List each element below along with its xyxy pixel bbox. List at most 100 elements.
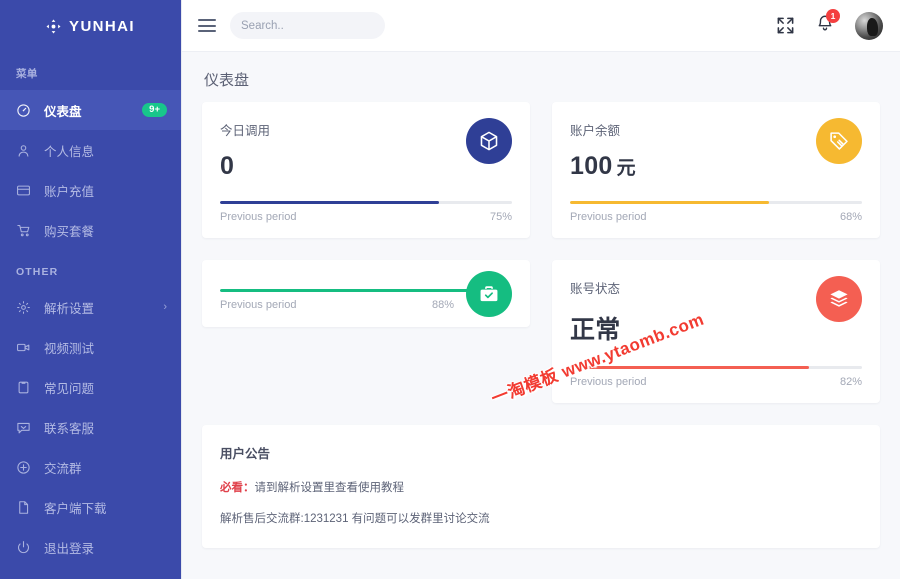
- gear-icon: [17, 300, 30, 314]
- sidebar-item-client-download[interactable]: 客户端下载: [0, 487, 181, 527]
- main-area: 1 仪表盘 今日调用 0: [181, 0, 900, 579]
- progress-fill: [220, 289, 477, 292]
- sidebar-section-menu: 菜单: [16, 68, 38, 80]
- sidebar-item-contact-support[interactable]: 联系客服: [0, 407, 181, 447]
- brand-logo[interactable]: YUNHAI: [0, 0, 181, 52]
- content-area: 仪表盘 今日调用 0 Previous period 75% Previous …: [182, 52, 900, 579]
- card-value-number: 正常: [570, 316, 621, 344]
- avatar[interactable]: [855, 11, 883, 40]
- progress-label: Previous period: [220, 299, 297, 311]
- video-camera-icon: [17, 343, 30, 351]
- progress-fill: [570, 201, 769, 204]
- progress-fill: [220, 201, 439, 204]
- user-icon: [18, 144, 29, 157]
- sidebar-item-profile[interactable]: 个人信息: [0, 130, 181, 170]
- cube-box-icon: [480, 131, 498, 151]
- brand-name: YUNHAI: [69, 17, 135, 35]
- progress-percent: 75%: [489, 211, 512, 223]
- progress-percent: 88%: [431, 299, 454, 311]
- price-tag-icon: [830, 132, 848, 150]
- cards-column-left: 今日调用 0 Previous period 75% Previous peri…: [202, 102, 530, 425]
- card-icon-circle: [816, 276, 862, 322]
- sidebar-item-community-group[interactable]: 交流群: [0, 447, 181, 487]
- search-box[interactable]: [230, 12, 395, 39]
- sidebar-item-label: 退出登录: [44, 541, 95, 556]
- layers-stack-icon: [830, 290, 848, 307]
- announcement-emphasis: 必看：: [220, 482, 255, 494]
- card-value-number: 0: [220, 152, 235, 180]
- sidebar-item-label: 解析设置: [44, 301, 95, 316]
- card-icon-circle: [816, 118, 862, 164]
- chevron-right-icon: ›: [163, 301, 167, 313]
- cards-grid: 今日调用 0 Previous period 75% Previous peri…: [202, 102, 880, 425]
- stat-card-account-status[interactable]: 账号状态 正常 Previous period 82%: [552, 260, 880, 403]
- sidebar-item-label: 购买套餐: [44, 224, 95, 239]
- clipboard-icon: [18, 381, 29, 393]
- card-value: 正常: [570, 310, 816, 346]
- sidebar-badge: 9+: [142, 102, 167, 118]
- notification-button[interactable]: 1: [816, 9, 840, 37]
- sidebar-item-recharge[interactable]: 账户充值: [0, 170, 181, 210]
- briefcase-check-icon: [480, 285, 498, 301]
- sidebar-item-label: 视频测试: [44, 341, 95, 356]
- announcement-line-1: 必看：请到解析设置里查看使用教程: [220, 479, 862, 495]
- sidebar-item-video-test[interactable]: 视频测试: [0, 327, 181, 367]
- progress-track: [220, 201, 512, 204]
- sidebar-item-label: 个人信息: [44, 144, 95, 159]
- stat-card-tasks[interactable]: Previous period 88%: [202, 260, 530, 327]
- card-texts: 今日调用 0: [220, 120, 466, 181]
- progress-footer: Previous period 68%: [570, 211, 862, 223]
- sidebar-item-logout[interactable]: 退出登录: [0, 527, 181, 567]
- topbar: 1: [182, 0, 900, 52]
- sidebar-item-label: 仪表盘: [44, 104, 82, 119]
- announcement-line-1-text: 请到解析设置里查看使用教程: [254, 482, 405, 494]
- announcement-line-2: 解析售后交流群:1231231 有问题可以发群里讨论交流: [220, 513, 490, 525]
- announcement-title: 用户公告: [220, 447, 271, 461]
- user-announcement-card: 用户公告 必看：请到解析设置里查看使用教程 解析售后交流群:1231231 有问…: [202, 425, 880, 548]
- progress-percent: 82%: [839, 376, 862, 388]
- card-header: 今日调用 0: [220, 118, 512, 181]
- file-icon: [19, 500, 29, 514]
- sidebar-item-label: 账户充值: [44, 184, 95, 199]
- card-title: 今日调用: [220, 124, 271, 138]
- stat-card-today-calls[interactable]: 今日调用 0 Previous period 75%: [202, 102, 530, 238]
- fullscreen-expand-icon[interactable]: [776, 16, 795, 35]
- progress-footer: Previous period 82%: [570, 376, 862, 388]
- dashboard-gauge-icon: [17, 103, 30, 117]
- sidebar-item-label: 常见问题: [44, 381, 95, 396]
- card-header: 账户余额 100 元: [570, 118, 862, 181]
- plus-circle-icon: [17, 460, 30, 474]
- card-title: 账户余额: [570, 124, 621, 138]
- notification-count: 1: [826, 9, 840, 23]
- progress-fill: [570, 366, 810, 369]
- stat-card-balance[interactable]: 账户余额 100 元 Previous period 68%: [552, 102, 880, 238]
- progress-label: Previous period: [570, 376, 647, 388]
- progress-label: Previous period: [220, 211, 297, 223]
- sidebar-section-other: OTHER: [16, 266, 59, 278]
- sidebar-item-buy-package[interactable]: 购买套餐: [0, 210, 181, 250]
- power-icon: [17, 540, 30, 553]
- card-value: 0: [220, 152, 466, 181]
- progress-track: [570, 366, 862, 369]
- topbar-actions: 1: [776, 9, 883, 40]
- sidebar-item-faq[interactable]: 常见问题: [0, 367, 181, 407]
- sidebar-item-parse-settings[interactable]: 解析设置 ›: [0, 287, 181, 327]
- card-header: 账号状态 正常: [570, 276, 862, 346]
- sidebar-item-label: 客户端下载: [44, 501, 107, 516]
- chat-icon: [17, 422, 30, 433]
- progress-percent: 68%: [839, 211, 862, 223]
- card-value-unit: 元: [616, 158, 636, 179]
- hamburger-icon[interactable]: [198, 19, 216, 32]
- card-texts: 账户余额 100 元: [570, 120, 816, 181]
- search-input[interactable]: [241, 19, 395, 32]
- cart-icon: [17, 224, 30, 236]
- progress-footer: Previous period 75%: [220, 211, 512, 223]
- card-texts: 账号状态 正常: [570, 278, 816, 346]
- sidebar-item-label: 交流群: [44, 461, 82, 476]
- cards-column-right: 账户余额 100 元 Previous period 68% 账号状态 正常 P…: [552, 102, 880, 425]
- card-icon-circle: [466, 118, 512, 164]
- credit-card-icon: [17, 185, 30, 195]
- sidebar-item-dashboard[interactable]: 仪表盘 9+: [0, 90, 181, 130]
- progress-track: [570, 201, 862, 204]
- card-value-number: 100: [570, 152, 613, 180]
